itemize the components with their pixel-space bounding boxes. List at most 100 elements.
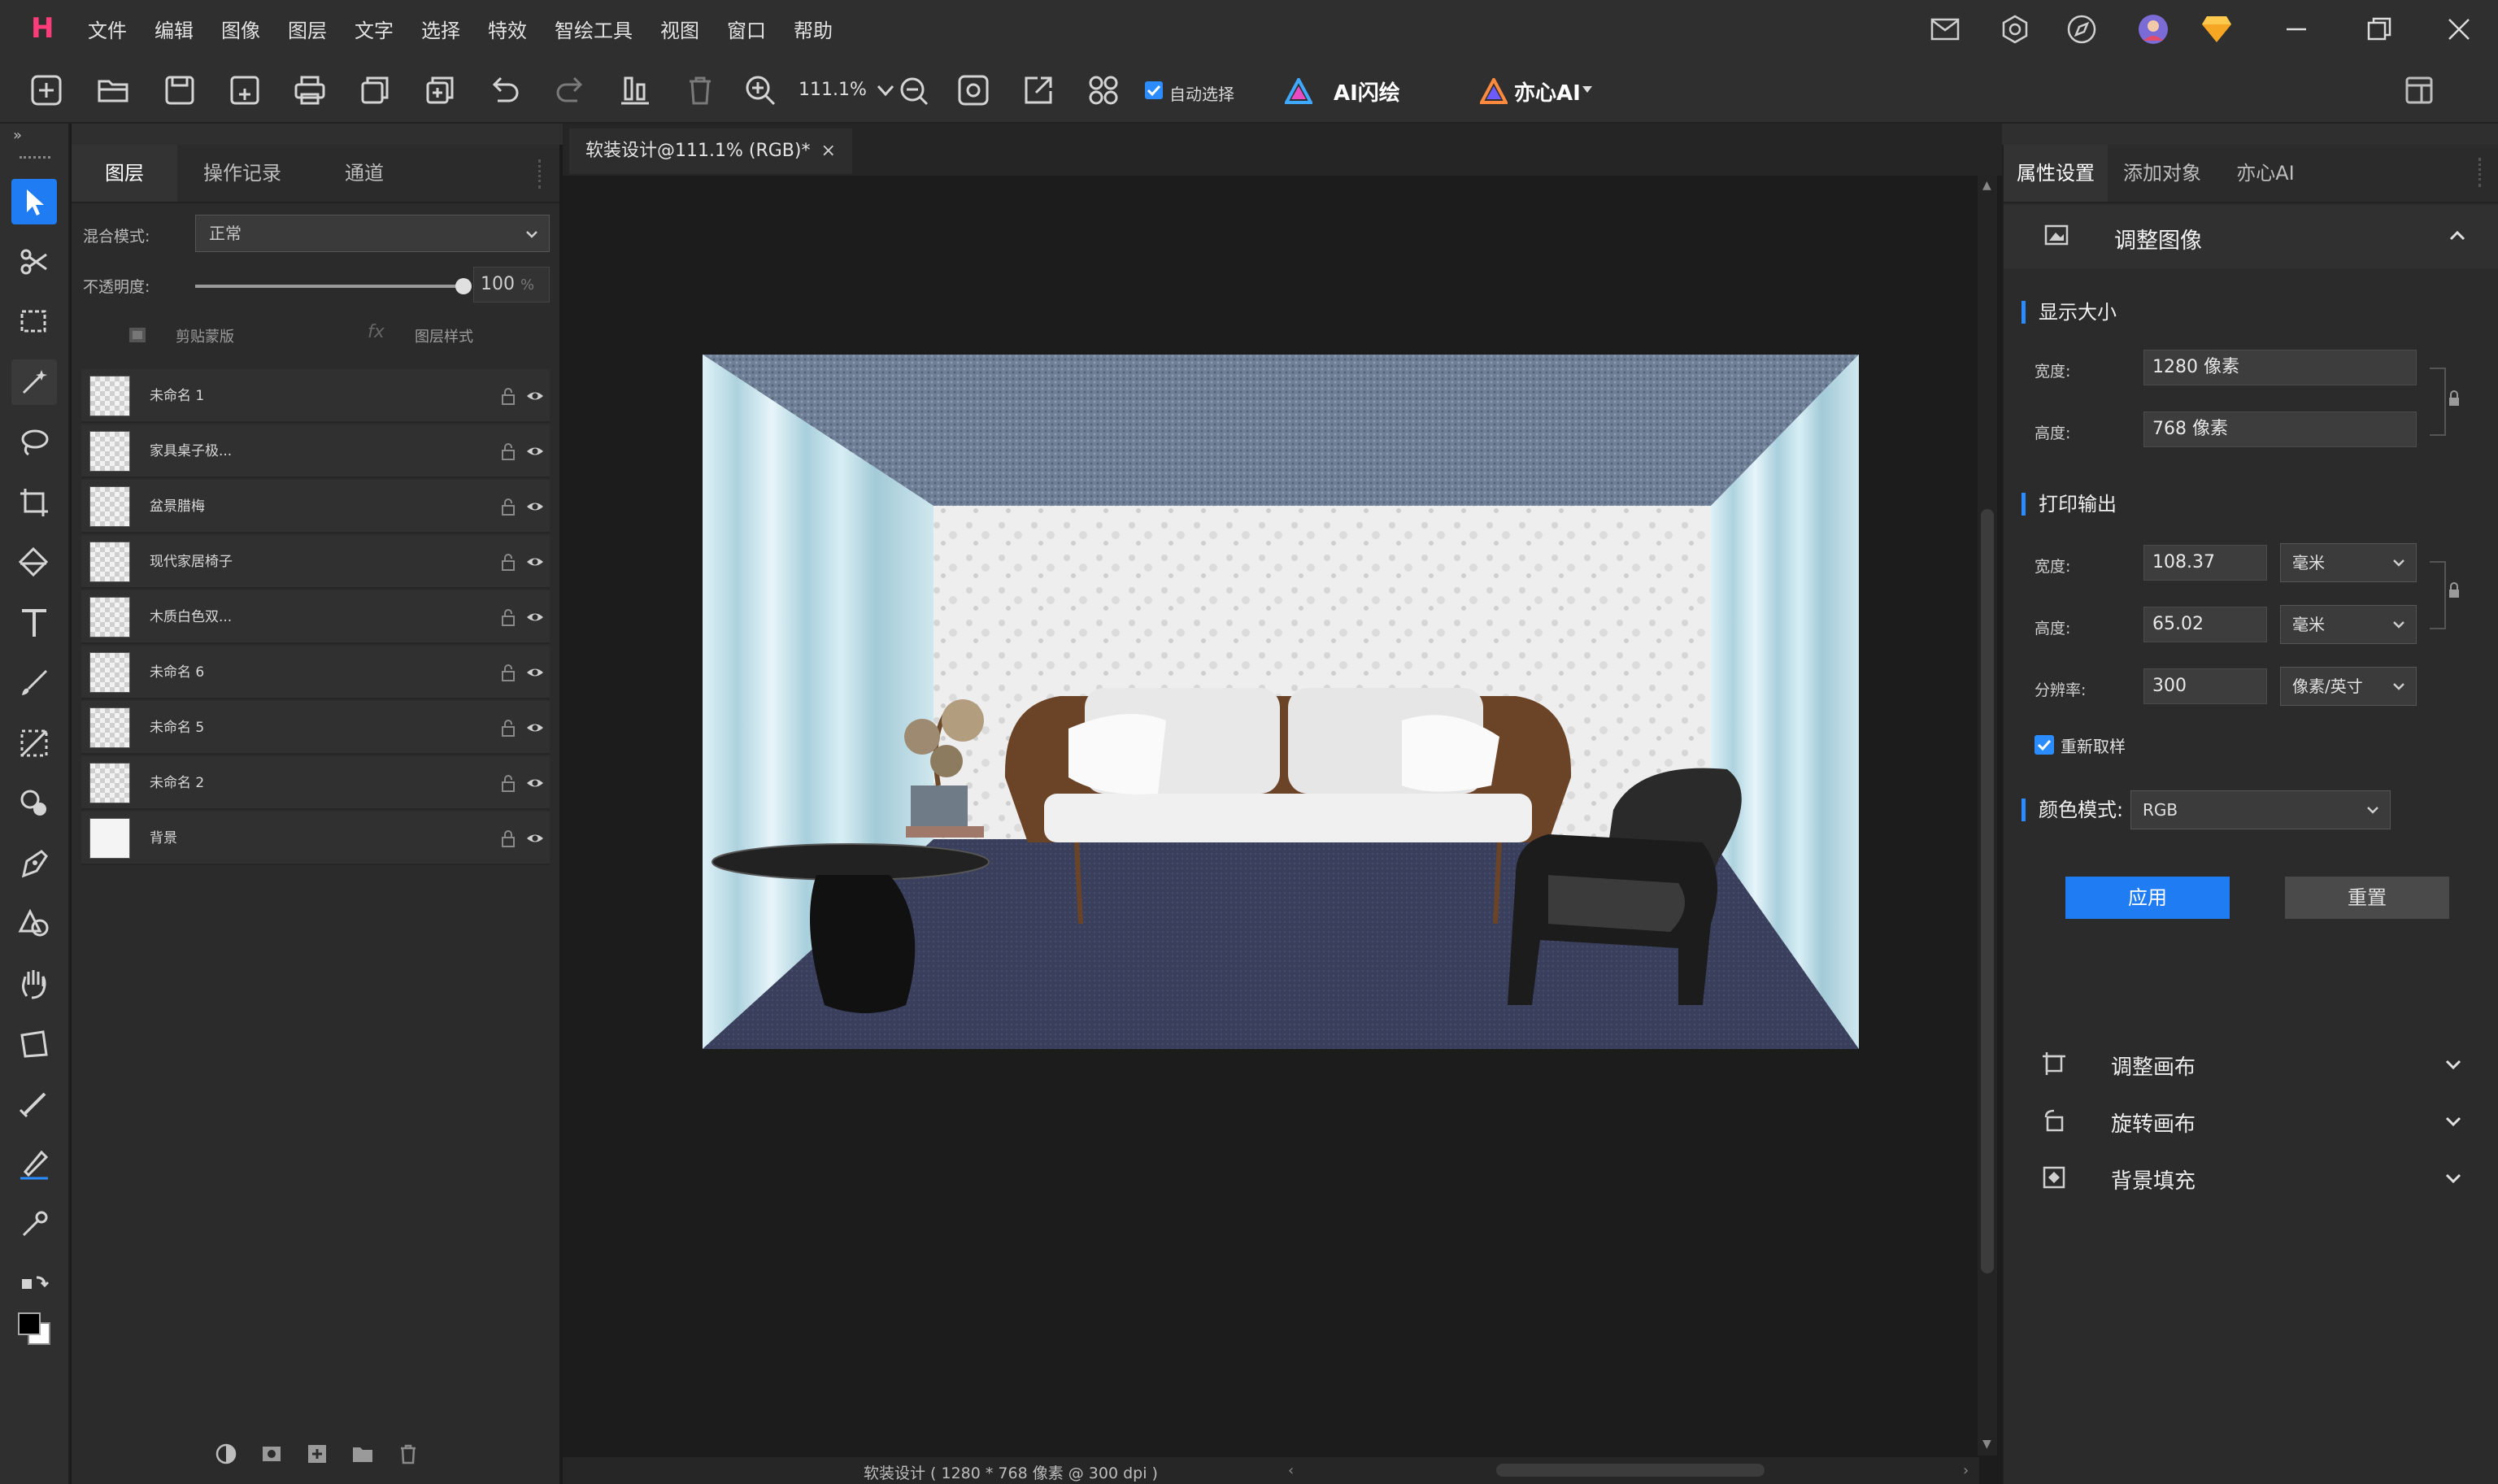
print-aspect-lock-icon[interactable] [2448,582,2461,598]
minimize-icon[interactable] [2278,11,2314,47]
save-as-icon[interactable] [228,73,262,107]
layer-lock-icon[interactable] [501,608,516,626]
pencil-tool-icon[interactable] [11,1142,57,1187]
zoom-dropdown-chevron-icon[interactable] [875,73,896,107]
adjustment-layer-icon[interactable] [215,1443,237,1465]
new-layer-icon[interactable] [306,1443,329,1465]
layer-row[interactable]: 未命名 1 [81,369,550,423]
background-fill-section[interactable]: 背景填充 [2041,1153,2464,1202]
layer-lock-icon[interactable] [501,553,516,571]
scissors-tool-icon[interactable] [11,239,57,285]
zoom-out-icon[interactable] [896,73,930,107]
scroll-up-icon[interactable]: ▲ [1982,179,1991,192]
layer-row[interactable]: 未命名 2 [81,756,550,810]
menu-file[interactable]: 文件 [88,15,127,43]
tab-layers[interactable]: 图层 [72,145,177,202]
layer-row[interactable]: 背景 [81,812,550,865]
color-mode-select[interactable]: RGB [2130,790,2391,829]
clip-mask-icon[interactable] [127,325,148,345]
close-tab-icon[interactable]: × [820,141,835,161]
canvas-document[interactable] [703,355,1859,1049]
opacity-slider-track[interactable] [195,278,472,294]
layer-row[interactable]: 现代家居椅子 [81,535,550,589]
yixin-ai-dropdown-icon[interactable] [1582,86,1592,93]
delete-icon[interactable] [683,73,717,107]
swap-colors-icon[interactable] [11,1262,57,1308]
text-tool-icon[interactable] [11,600,57,646]
magic-wand-tool-icon[interactable] [11,359,57,405]
menu-layer[interactable]: 图层 [288,15,327,43]
layer-lock-icon[interactable] [501,387,516,405]
vertical-scrollbar[interactable]: ▲ ▼ [1978,176,1997,1456]
tab-yixin-ai[interactable]: 亦心AI [2217,145,2314,202]
horizontal-scroll-thumb[interactable] [1496,1464,1765,1477]
menu-edit[interactable]: 编辑 [154,15,194,43]
color-swatches[interactable] [16,1311,52,1347]
layer-visibility-eye-icon[interactable] [525,608,545,626]
undo-icon[interactable] [488,73,522,107]
print-height-unit-select[interactable]: 毫米 [2280,605,2417,644]
adjust-image-header[interactable]: 调整图像 [2004,205,2498,268]
scroll-right-icon[interactable]: › [1963,1462,1969,1479]
layer-lock-icon[interactable] [501,719,516,737]
smudge-tool-icon[interactable] [11,1081,57,1127]
settings-icon[interactable] [1997,11,2033,47]
hand-tool-icon[interactable] [11,961,57,1007]
tab-properties[interactable]: 属性设置 [2004,145,2108,202]
layer-visibility-eye-icon[interactable] [525,442,545,460]
auto-select-checkbox[interactable] [1145,81,1163,99]
user-avatar-icon[interactable] [2135,11,2171,47]
export-icon[interactable] [1021,73,1055,107]
clip-mask-label[interactable]: 剪贴蒙版 [176,325,234,346]
zoom-in-icon[interactable] [743,73,777,107]
shape-tool-icon[interactable] [11,901,57,947]
layer-visibility-eye-icon[interactable] [525,774,545,792]
restore-icon[interactable] [2361,11,2397,47]
layer-row[interactable]: 家具桌子极... [81,424,550,478]
menu-image[interactable]: 图像 [221,15,260,43]
menu-effects[interactable]: 特效 [488,15,527,43]
align-icon[interactable] [618,73,652,107]
scroll-left-icon[interactable]: ‹ [1288,1462,1294,1479]
delete-layer-icon[interactable] [397,1443,420,1465]
layer-row[interactable]: 木质白色双... [81,590,550,644]
resample-label[interactable]: 重新取样 [2061,733,2126,757]
menu-view[interactable]: 视图 [660,15,699,43]
adjust-canvas-section[interactable]: 调整画布 [2041,1039,2464,1088]
layer-row[interactable]: 盆景腊梅 [81,480,550,533]
layer-lock-icon[interactable] [501,829,516,847]
mail-icon[interactable] [1927,11,1963,47]
layer-visibility-eye-icon[interactable] [525,387,545,405]
add-mask-icon[interactable] [260,1443,283,1465]
pen-tool-icon[interactable] [11,841,57,886]
yixin-ai-button[interactable]: 亦心AI [1514,76,1581,107]
print-width-input[interactable]: 108.37 [2143,545,2267,581]
vertical-scroll-thumb[interactable] [1981,509,1994,1273]
opacity-slider-handle[interactable] [455,278,472,294]
menu-text[interactable]: 文字 [355,15,394,43]
layer-lock-icon[interactable] [501,774,516,792]
new-file-icon[interactable] [29,73,63,107]
panel-resize-handle-icon[interactable] [538,159,546,189]
transform-tool-icon[interactable] [11,1021,57,1067]
apply-button[interactable]: 应用 [2065,877,2230,919]
clone-stamp-tool-icon[interactable] [11,781,57,826]
lasso-tool-icon[interactable] [11,420,57,465]
rect-select-tool-icon[interactable] [11,299,57,345]
right-panel-grip-icon[interactable] [2478,158,2487,187]
layer-row[interactable]: 未命名 6 [81,646,550,699]
rotate-canvas-section[interactable]: 旋转画布 [2041,1096,2464,1145]
resolution-input[interactable]: 300 [2143,668,2267,704]
paint-bucket-tool-icon[interactable] [11,540,57,585]
copy-icon[interactable] [358,73,392,107]
print-width-unit-select[interactable]: 毫米 [2280,543,2417,582]
layer-style-label[interactable]: 图层样式 [415,325,473,346]
fit-screen-icon[interactable] [956,73,990,107]
drag-handle-icon[interactable] [20,156,50,161]
tab-add-object[interactable]: 添加对象 [2109,145,2215,202]
scroll-down-icon[interactable]: ▼ [1982,1438,1991,1451]
layer-lock-icon[interactable] [501,664,516,681]
display-height-input[interactable]: 768 像素 [2143,411,2417,447]
menu-smart-tools[interactable]: 智绘工具 [555,15,633,43]
menu-select[interactable]: 选择 [421,15,460,43]
